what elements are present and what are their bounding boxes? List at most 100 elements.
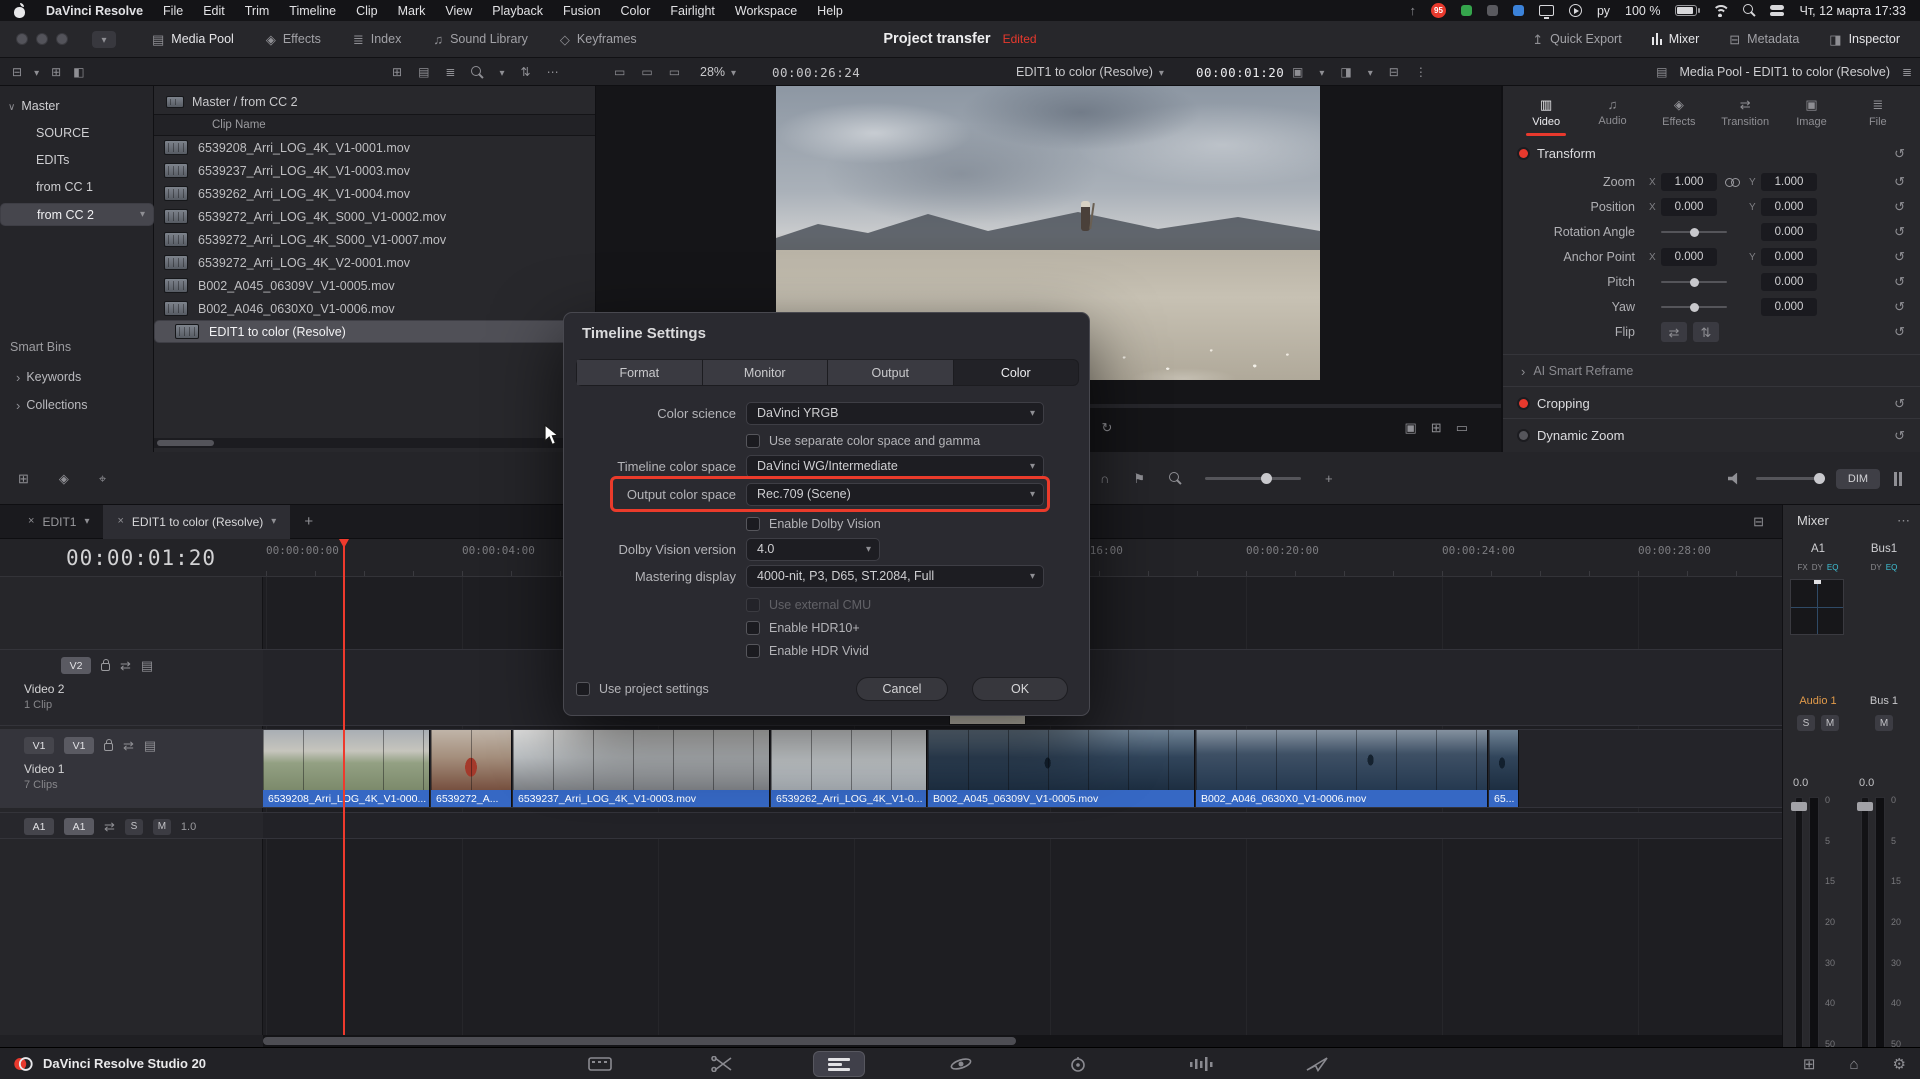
y-value-field[interactable]: 0.000 [1761,248,1817,266]
value-field[interactable]: 0.000 [1761,298,1817,316]
smart-bins-header[interactable]: Smart Bins [0,336,154,358]
enable-hdr-vivid-checkbox[interactable] [746,644,760,658]
view-mode-icon[interactable] [1340,66,1351,78]
volume-knob[interactable] [1814,473,1825,484]
bin-item[interactable]: from CC 1 [0,176,154,198]
dynamic-trim-icon[interactable] [99,472,106,485]
monitor-volume-slider[interactable] [1756,477,1822,480]
close-tab-icon[interactable] [117,516,123,527]
dialog-tab[interactable]: Monitor [703,360,828,385]
channel-solo-button[interactable]: S [1797,715,1815,731]
menu-item[interactable]: File [163,4,183,18]
mixer-toggle-button[interactable]: Mixer [1652,32,1700,46]
display-icon[interactable] [1539,5,1554,16]
cancel-button[interactable]: Cancel [856,677,948,701]
pan-control[interactable] [1790,579,1844,635]
track-destination-badge[interactable]: A1 [64,818,94,835]
timeline-clip[interactable]: 6539208_Arri_LOG_4K_V1-000... [263,730,430,807]
row-reset-icon[interactable] [1894,275,1905,288]
media-clip-row[interactable]: 6539208_Arri_LOG_4K_V1-0001.mov [154,136,595,159]
channel-mute-button[interactable]: M [1821,715,1839,731]
x-value-field[interactable]: 1.000 [1661,173,1717,191]
mastering-display-select[interactable]: 4000-nit, P3, D65, ST.2084, Full [746,565,1044,588]
media-clip-row[interactable]: 6539237_Arri_LOG_4K_V1-0003.mov [154,159,595,182]
media-pool-options-icon[interactable] [547,66,559,78]
ai-smart-reframe-row[interactable]: AI Smart Reframe [1503,358,1920,384]
inspector-menu-icon[interactable] [1902,66,1912,78]
color-science-select[interactable]: DaVinci YRGB [746,402,1044,425]
value-slider[interactable] [1661,306,1727,308]
link-xy-icon[interactable] [1725,178,1741,188]
media-pool-scrollbar[interactable] [154,438,595,448]
dual-viewer-icon[interactable] [641,66,652,78]
menu-item[interactable]: Fusion [563,4,601,18]
y-value-field[interactable]: 1.000 [1761,173,1817,191]
dynamic-zoom-reset-icon[interactable] [1894,429,1905,442]
timeline-tab[interactable]: EDIT1 [14,505,103,539]
dialog-tab[interactable]: Format [577,360,702,385]
new-timeline-tab-icon[interactable] [304,514,313,529]
loop-button[interactable] [1102,421,1113,434]
filmstrip-toggle-icon[interactable] [141,659,153,672]
dolby-vision-version-select[interactable]: 4.0 [746,538,880,561]
page-media-button[interactable] [574,1051,626,1077]
play-circle-icon[interactable] [1569,4,1582,17]
eq-slot[interactable]: EQ [1886,563,1898,572]
timeline-list-icon[interactable] [1753,515,1764,528]
media-clip-row[interactable]: B002_A045_06309V_V1-0005.mov [154,274,595,297]
row-reset-icon[interactable] [1894,175,1905,188]
page-cut-button[interactable] [697,1051,749,1077]
inspector-tab[interactable]: ⇄ Transition [1712,94,1778,134]
playhead[interactable] [343,539,345,1035]
cropping-reset-icon[interactable] [1894,397,1905,410]
slider-knob[interactable] [1690,303,1699,312]
media-clip-row[interactable]: EDIT1 to color (Resolve) [154,320,595,343]
control-center-icon[interactable] [1770,5,1784,16]
panel-toggle-icon[interactable] [12,66,22,78]
metadata-toggle-button[interactable]: Metadata [1729,32,1799,46]
row-reset-icon[interactable] [1894,225,1905,238]
page-fairlight-button[interactable] [1174,1051,1226,1077]
inspector-tab[interactable]: ≣ File [1845,94,1911,134]
channel-fader[interactable] [1861,797,1869,1059]
dialog-tab[interactable]: Color [954,360,1079,385]
dynamics-slot[interactable]: DY [1812,563,1823,572]
lock-icon[interactable] [101,663,110,671]
eq-slot[interactable]: EQ [1827,563,1839,572]
channel-name[interactable]: Bus1 [1853,543,1915,555]
quick-export-button[interactable]: Quick Export [1532,32,1621,46]
auto-select-icon[interactable] [104,820,115,833]
upload-status-icon[interactable] [1409,4,1416,17]
wifi-icon[interactable] [1712,5,1728,17]
inspector-tab[interactable]: ♫ Audio [1579,94,1645,134]
flag-marker-icon[interactable] [1133,472,1145,485]
zoom-in-icon[interactable] [1325,472,1333,485]
slider-knob[interactable] [1690,228,1699,237]
blue-status-icon[interactable] [1513,5,1524,16]
media-clip-row[interactable]: 6539272_Arri_LOG_4K_V2-0001.mov [154,251,595,274]
media-clip-row[interactable]: B002_A046_0630X0_V1-0006.mov [154,297,595,320]
cropping-enable-toggle[interactable] [1519,399,1528,408]
multicam-icon[interactable] [1389,66,1399,78]
fader-thumb[interactable] [1791,802,1807,811]
menu-item[interactable]: Mark [398,4,426,18]
menu-item[interactable]: Help [817,4,843,18]
scrollbar-thumb[interactable] [157,440,214,446]
bin-item[interactable]: SOURCE [0,122,154,144]
transform-reset-icon[interactable] [1894,147,1905,160]
zoom-out-icon[interactable] [1169,472,1181,485]
page-deliver-button[interactable] [1291,1051,1343,1077]
fader-thumb[interactable] [1857,802,1873,811]
x-value-field[interactable]: 0.000 [1661,198,1717,216]
solo-button[interactable]: S [125,819,143,835]
menu-item[interactable]: View [445,4,472,18]
column-header[interactable]: Clip Name [154,114,595,136]
index-toggle-button[interactable]: Index [353,32,402,46]
list-view-icon[interactable] [445,66,455,78]
video-track-2-header[interactable]: V2 Video 2 1 Clip [0,649,263,726]
menu-item[interactable]: Playback [492,4,543,18]
timeline-scrollbar[interactable] [263,1035,1782,1047]
timeline-clip[interactable]: 6539237_Arri_LOG_4K_V1-0003.mov [513,730,770,807]
channel-name[interactable]: A1 [1787,543,1849,555]
enable-dolby-vision-checkbox[interactable] [746,517,760,531]
